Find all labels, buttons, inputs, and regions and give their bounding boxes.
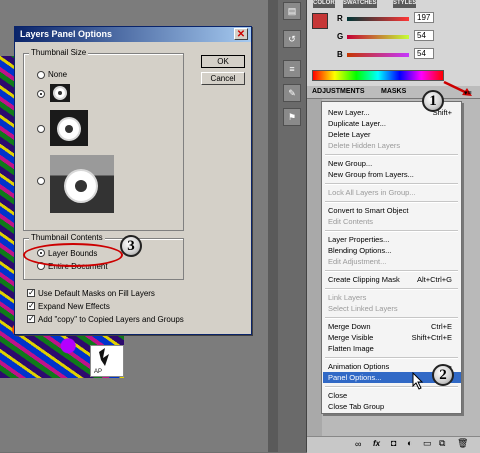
thumbnail-none-label: None (48, 70, 68, 79)
menu-item[interactable]: Convert to Smart Object (328, 205, 456, 216)
clone-source-icon[interactable]: ⚑ (283, 108, 301, 126)
menu-item[interactable]: Layer Properties... (328, 234, 456, 245)
thumbnail-none-radio[interactable] (37, 71, 45, 79)
thumbnail-small-radio[interactable] (37, 90, 45, 98)
menu-item[interactable]: Duplicate Layer... (328, 118, 456, 129)
callout-3: 3 (120, 235, 142, 257)
ok-button[interactable]: OK (201, 55, 245, 68)
menu-separator (325, 288, 458, 290)
thumbnail-medium-preview (50, 110, 88, 146)
mouse-cursor-icon (412, 371, 424, 392)
layers-panel-strip (307, 99, 322, 452)
expand-new-effects-label: Expand New Effects (38, 302, 110, 311)
thumbnail-small-preview (50, 84, 70, 102)
menu-item[interactable]: Flatten Image (328, 343, 456, 354)
callout-2: 2 (432, 364, 454, 386)
menu-item[interactable]: Blending Options... (328, 245, 456, 256)
thumbnail-large-preview (50, 155, 114, 213)
menu-item[interactable]: Close Tab Group (328, 401, 456, 412)
menu-item: Link Layers (328, 293, 367, 302)
use-default-masks-label: Use Default Masks on Fill Layers (38, 289, 155, 298)
menu-item[interactable]: New Group... (328, 158, 456, 169)
menu-item[interactable]: Merge Down Ctrl+E (328, 321, 456, 332)
tab-adjustments[interactable]: ADJUSTMENTS (312, 88, 365, 95)
expand-new-effects-checkbox[interactable]: ✓ (27, 302, 35, 310)
layer-style-icon[interactable]: fx (373, 439, 380, 448)
r-value-field[interactable]: 197 (414, 12, 434, 23)
panel-dock-strip: ▤ ↺ ≡ ✎ ⚑ (278, 0, 307, 452)
g-slider[interactable] (347, 35, 409, 39)
b-value-field[interactable]: 54 (414, 48, 434, 59)
close-button[interactable]: ✕ (234, 28, 248, 40)
link-layers-icon[interactable]: ∞ (355, 439, 361, 449)
menu-item: Select Linked Layers (328, 304, 398, 313)
menu-separator (325, 386, 458, 388)
history-icon[interactable]: ↺ (283, 30, 301, 48)
menu-item[interactable]: New Group from Layers... (328, 169, 456, 180)
thumbnail-contents-label: Thumbnail Contents (29, 233, 105, 242)
thumbnail-large-radio[interactable] (37, 177, 45, 185)
menu-item: Edit Contents (328, 217, 374, 226)
layers-panel-footer: ∞ fx ◘ ◐ ▭ ⧉ 🗑 (307, 436, 480, 453)
menu-item: Edit Adjustment... (328, 257, 387, 266)
tool-presets-icon[interactable]: ✎ (283, 84, 301, 102)
tab-color[interactable]: COLOR (313, 0, 335, 8)
b-slider[interactable] (347, 53, 409, 57)
highlight-ellipse (23, 243, 123, 267)
tab-masks[interactable]: MASKS (381, 88, 406, 95)
menu-item[interactable]: Delete Layer (328, 129, 456, 140)
thumbnail-size-label: Thumbnail Size (29, 48, 89, 57)
g-label: G (337, 32, 344, 41)
histogram-icon[interactable]: ▤ (283, 2, 301, 20)
menu-separator (325, 357, 458, 359)
document-logo: AP (90, 345, 124, 377)
adjustment-layer-icon[interactable]: ◐ (407, 438, 412, 448)
use-default-masks-checkbox[interactable]: ✓ (27, 289, 35, 297)
delete-layer-icon[interactable]: 🗑 (457, 438, 468, 449)
brush-presets-icon[interactable]: ≡ (283, 60, 301, 78)
menu-separator (325, 201, 458, 203)
tab-styles[interactable]: STYLES (393, 0, 417, 8)
dialog-title: Layers Panel Options (20, 29, 113, 39)
tab-swatches[interactable]: SWATCHES (343, 0, 377, 8)
panel-menu-button[interactable]: ▾≡ (464, 88, 474, 97)
thumbnail-medium-radio[interactable] (37, 125, 45, 133)
new-group-icon[interactable]: ▭ (423, 438, 432, 449)
menu-item: Delete Hidden Layers (328, 141, 401, 150)
menu-separator (325, 183, 458, 185)
menu-item[interactable]: Close (328, 390, 456, 401)
menu-item[interactable]: Create Clipping Mask Alt+Ctrl+G (328, 274, 456, 285)
close-icon: ✕ (236, 29, 246, 40)
add-copy-label: Add "copy" to Copied Layers and Groups (38, 315, 184, 324)
r-slider[interactable] (347, 17, 409, 21)
r-label: R (337, 14, 343, 23)
g-value-field[interactable]: 54 (414, 30, 434, 41)
layers-panel-options-dialog: Layers Panel Options ✕ Thumbnail Size No… (14, 26, 252, 335)
dialog-titlebar[interactable]: Layers Panel Options ✕ (15, 27, 251, 42)
cancel-button[interactable]: Cancel (201, 72, 245, 85)
b-label: B (337, 50, 343, 59)
menu-separator (325, 317, 458, 319)
foreground-color-swatch[interactable] (312, 13, 328, 29)
svg-text:AP: AP (94, 369, 102, 375)
add-mask-icon[interactable]: ◘ (391, 438, 396, 448)
menu-item: Lock All Layers in Group... (328, 188, 416, 197)
color-spectrum-ramp[interactable] (312, 70, 444, 81)
add-copy-checkbox[interactable]: ✓ (27, 315, 35, 323)
menu-separator (325, 154, 458, 156)
menu-item[interactable]: Merge Visible Shift+Ctrl+E (328, 332, 456, 343)
menu-separator (325, 230, 458, 232)
new-layer-icon[interactable]: ⧉ (439, 438, 445, 449)
callout-1: 1 (422, 90, 444, 112)
menu-separator (325, 270, 458, 272)
panel-divider (268, 0, 278, 452)
panel-menu-icon: ▾≡ (464, 90, 472, 97)
